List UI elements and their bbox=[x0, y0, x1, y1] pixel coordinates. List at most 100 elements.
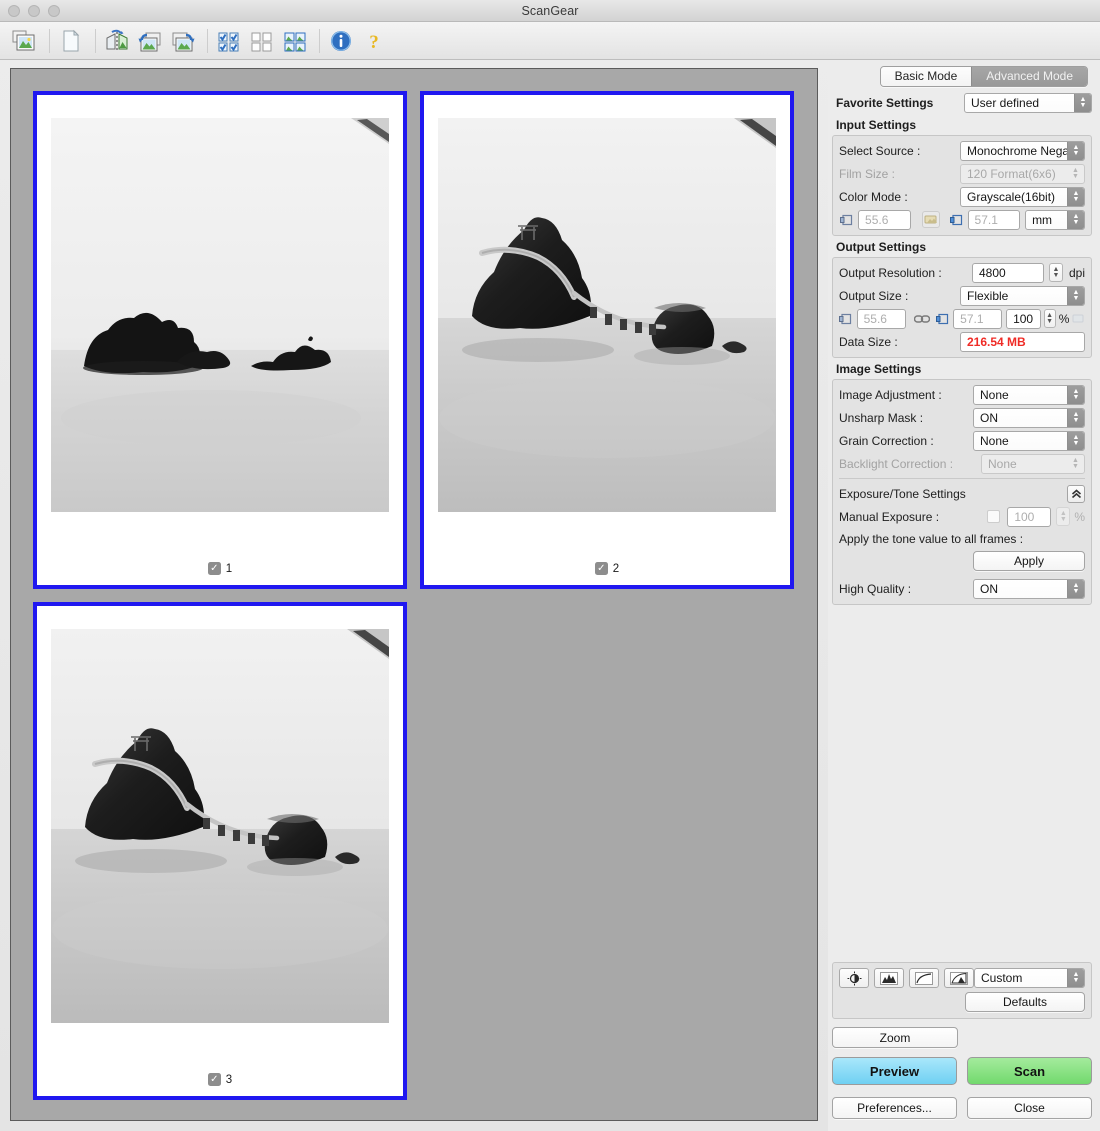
input-settings-group: Select Source : Monochrome Nega... ▲▼ Fi… bbox=[832, 135, 1092, 236]
favorite-settings-row: Favorite Settings User defined ▲▼ bbox=[832, 92, 1092, 113]
input-settings-title: Input Settings bbox=[832, 115, 1092, 135]
grain-correction-select[interactable]: None ▲▼ bbox=[973, 431, 1085, 451]
zoom-window-button[interactable] bbox=[48, 5, 60, 17]
image-settings-group: Image Adjustment : None ▲▼ Unsharp Mask … bbox=[832, 379, 1092, 605]
thumbnail-number-3: 3 bbox=[226, 1074, 232, 1086]
thumbnail-frame-3[interactable]: ✓ 3 bbox=[33, 602, 407, 1100]
output-scale-field[interactable]: 100 bbox=[1006, 309, 1040, 329]
thumbnail-checkbox-1[interactable]: ✓ bbox=[208, 562, 221, 575]
color-mode-label: Color Mode : bbox=[839, 190, 908, 204]
title-bar: ScanGear bbox=[0, 0, 1100, 22]
window-title: ScanGear bbox=[0, 4, 1100, 18]
tone-preset-value: Custom bbox=[981, 971, 1022, 985]
apply-button[interactable]: Apply bbox=[973, 551, 1085, 571]
output-size-select[interactable]: Flexible ▲▼ bbox=[960, 286, 1085, 306]
chevron-updown-icon: ▲▼ bbox=[1067, 211, 1084, 229]
tab-basic-mode[interactable]: Basic Mode bbox=[881, 67, 972, 86]
thumbnail-checkbox-3[interactable]: ✓ bbox=[208, 1073, 221, 1086]
toolbar-separator bbox=[49, 29, 50, 53]
panel-filler bbox=[832, 606, 1092, 962]
thumbnail-number-2: 2 bbox=[613, 563, 619, 575]
chevron-updown-icon: ▲▼ bbox=[1067, 580, 1084, 598]
output-height-field[interactable]: 57.1 bbox=[953, 309, 1002, 329]
select-source-select[interactable]: Monochrome Nega... ▲▼ bbox=[960, 141, 1085, 161]
output-dimensions-row: 55.6 57.1 100 bbox=[839, 308, 1085, 329]
chevron-updown-icon: ▲▼ bbox=[1067, 142, 1084, 160]
film-size-value: 120 Format(6x6) bbox=[967, 167, 1056, 181]
favorite-settings-select[interactable]: User defined ▲▼ bbox=[964, 93, 1092, 113]
clear-page-icon[interactable] bbox=[56, 26, 86, 56]
tone-preset-select[interactable]: Custom ▲▼ bbox=[974, 968, 1085, 988]
tone-curve-icon[interactable] bbox=[909, 968, 939, 988]
window-controls[interactable] bbox=[8, 5, 60, 17]
chevron-updown-icon: ▲▼ bbox=[1067, 409, 1084, 427]
unsharp-mask-select[interactable]: ON ▲▼ bbox=[973, 408, 1085, 428]
tone-icon-bar bbox=[839, 968, 974, 988]
favorite-settings-value: User defined bbox=[971, 96, 1039, 110]
output-width-field[interactable]: 55.6 bbox=[857, 309, 906, 329]
manual-exposure-checkbox[interactable] bbox=[987, 510, 1000, 523]
preview-pane: ✓ 1 bbox=[0, 60, 828, 1131]
final-review-icon[interactable] bbox=[944, 968, 974, 988]
chevron-updown-icon: ▲▼ bbox=[1074, 94, 1091, 112]
input-width-field[interactable]: 55.6 bbox=[858, 210, 911, 230]
preview-thumbnail-icon[interactable] bbox=[10, 26, 40, 56]
defaults-button[interactable]: Defaults bbox=[965, 992, 1085, 1012]
rotate-left-icon[interactable] bbox=[135, 26, 165, 56]
width-dimension-icon bbox=[839, 312, 853, 326]
minimize-button[interactable] bbox=[28, 5, 40, 17]
output-resolution-unit: dpi bbox=[1069, 266, 1085, 280]
thumbnail-caption-2: ✓ 2 bbox=[424, 562, 790, 575]
mode-tab-group: Basic Mode Advanced Mode bbox=[832, 60, 1092, 92]
select-all-frames-icon[interactable] bbox=[214, 26, 244, 56]
output-scale-unit: % bbox=[1059, 312, 1070, 326]
zoom-row: Zoom bbox=[832, 1027, 1092, 1048]
output-scale-stepper[interactable]: ▲▼ bbox=[1044, 309, 1056, 328]
thumbnail-photo-3 bbox=[51, 629, 389, 1023]
rotate-right-icon[interactable] bbox=[168, 26, 198, 56]
high-quality-select[interactable]: ON ▲▼ bbox=[973, 579, 1085, 599]
output-size-lock-icon bbox=[1071, 312, 1085, 326]
deselect-all-frames-icon[interactable] bbox=[247, 26, 277, 56]
data-size-label: Data Size : bbox=[839, 335, 898, 349]
output-resolution-field[interactable]: 4800 bbox=[972, 263, 1044, 283]
manual-exposure-stepper[interactable]: ▲▼ bbox=[1056, 507, 1070, 526]
thumbnail-checkbox-2[interactable]: ✓ bbox=[595, 562, 608, 575]
chevron-updown-icon: ▲▼ bbox=[1067, 969, 1084, 987]
image-settings-title: Image Settings bbox=[832, 359, 1092, 379]
input-unit-select[interactable]: mm ▲▼ bbox=[1025, 210, 1085, 230]
histogram-icon[interactable] bbox=[874, 968, 904, 988]
manual-exposure-field[interactable]: 100 bbox=[1007, 507, 1051, 527]
thumbnail-frame-2[interactable]: ✓ 2 bbox=[420, 91, 794, 589]
brightness-contrast-icon[interactable] bbox=[839, 968, 869, 988]
preview-button[interactable]: Preview bbox=[832, 1057, 957, 1085]
help-icon[interactable]: ? bbox=[359, 26, 389, 56]
input-height-field[interactable]: 57.1 bbox=[968, 210, 1021, 230]
output-settings-title: Output Settings bbox=[832, 237, 1092, 257]
image-adjustment-select[interactable]: None ▲▼ bbox=[973, 385, 1085, 405]
close-button-bottom[interactable]: Close bbox=[967, 1097, 1092, 1119]
color-mode-select[interactable]: Grayscale(16bit) ▲▼ bbox=[960, 187, 1085, 207]
thumbnail-frame-1[interactable]: ✓ 1 bbox=[33, 91, 407, 589]
thumbnail-list: ✓ 1 bbox=[33, 91, 817, 1100]
width-dimension-icon bbox=[839, 213, 854, 227]
scan-button[interactable]: Scan bbox=[967, 1057, 1092, 1085]
manual-exposure-unit: % bbox=[1074, 510, 1085, 524]
backlight-correction-value: None bbox=[988, 457, 1017, 471]
height-dimension-icon bbox=[936, 312, 950, 326]
select-source-row: Select Source : Monochrome Nega... ▲▼ bbox=[839, 140, 1085, 161]
preferences-button[interactable]: Preferences... bbox=[832, 1097, 957, 1119]
output-resolution-stepper[interactable]: ▲▼ bbox=[1049, 263, 1063, 282]
tab-advanced-mode[interactable]: Advanced Mode bbox=[971, 67, 1087, 86]
preview-canvas[interactable]: ✓ 1 bbox=[10, 68, 818, 1121]
select-source-value: Monochrome Nega... bbox=[967, 144, 1079, 158]
film-size-select: 120 Format(6x6) ▲▼ bbox=[960, 164, 1085, 184]
zoom-button[interactable]: Zoom bbox=[832, 1027, 958, 1048]
mirror-flip-icon[interactable] bbox=[102, 26, 132, 56]
close-button[interactable] bbox=[8, 5, 20, 17]
select-all-crop-frames-icon[interactable] bbox=[280, 26, 310, 56]
link-chain-icon[interactable] bbox=[914, 312, 930, 326]
collapse-exposure-tone-button[interactable] bbox=[1067, 485, 1085, 503]
settings-panel: Basic Mode Advanced Mode Favorite Settin… bbox=[828, 60, 1100, 1131]
information-icon[interactable] bbox=[326, 26, 356, 56]
